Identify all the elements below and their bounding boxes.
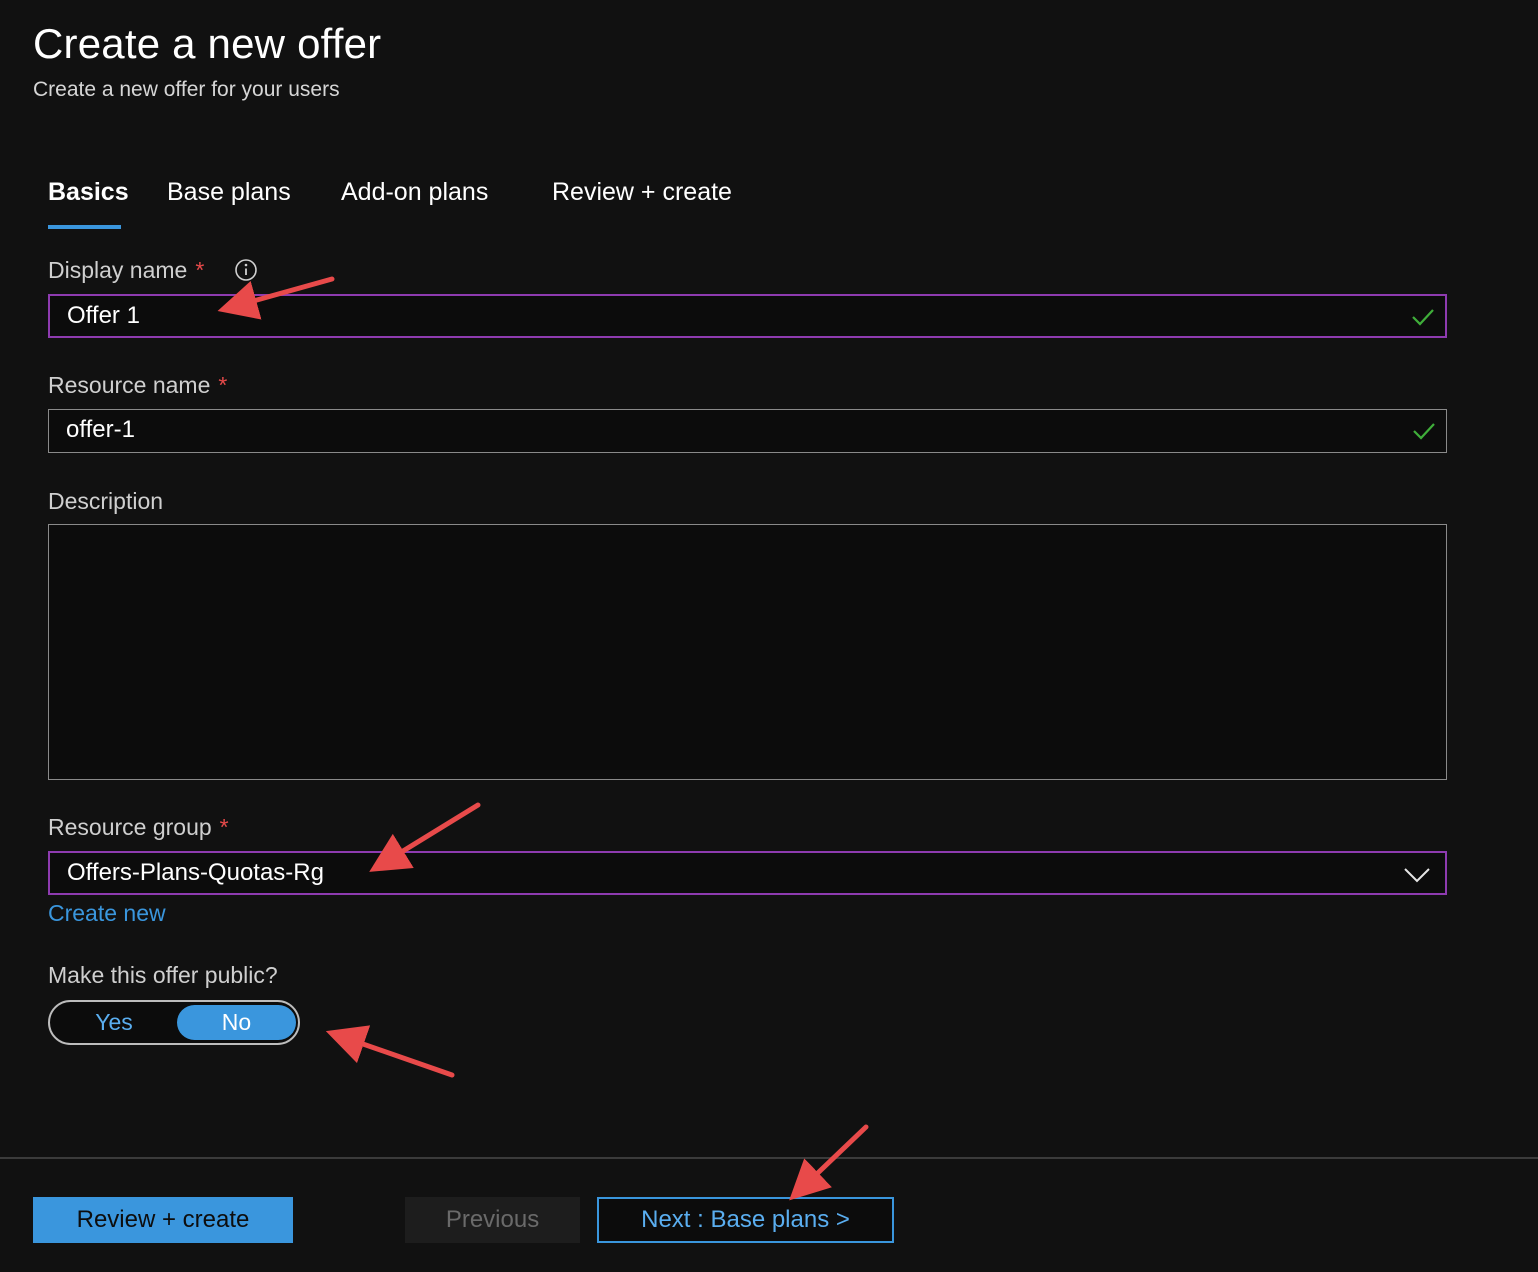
page-subtitle: Create a new offer for your users — [33, 78, 340, 101]
description-label: Description — [48, 488, 164, 514]
checkmark-icon — [1409, 304, 1437, 330]
required-star: * — [195, 257, 205, 283]
info-icon[interactable] — [234, 258, 258, 282]
page-title: Create a new offer — [33, 20, 382, 67]
display-name-value: Offer 1 — [67, 302, 140, 329]
description-textarea[interactable] — [48, 524, 1447, 780]
tab-base-plans[interactable]: Base plans — [167, 178, 291, 207]
make-public-toggle[interactable]: Yes No — [48, 1000, 300, 1045]
required-star: * — [218, 372, 228, 398]
active-tab-indicator — [48, 225, 121, 229]
required-star: * — [219, 814, 229, 840]
resource-name-label-text: Resource name — [48, 372, 211, 398]
checkmark-icon — [1410, 418, 1438, 444]
next-base-plans-button[interactable]: Next : Base plans > — [597, 1197, 894, 1243]
tab-review-create[interactable]: Review + create — [552, 178, 732, 207]
display-name-input[interactable]: Offer 1 — [48, 294, 1447, 338]
toggle-option-no[interactable]: No — [177, 1005, 296, 1040]
annotation-arrow-toggle — [325, 1025, 455, 1078]
resource-group-label: Resource group * — [48, 814, 229, 841]
chevron-down-icon[interactable] — [1403, 866, 1431, 884]
footer-divider — [0, 1157, 1538, 1159]
toggle-option-yes[interactable]: Yes — [54, 1005, 174, 1040]
resource-name-input[interactable]: offer-1 — [48, 409, 1447, 453]
resource-group-value: Offers-Plans-Quotas-Rg — [67, 859, 324, 886]
previous-button: Previous — [405, 1197, 580, 1243]
display-name-label: Display name * — [48, 257, 204, 284]
tab-basics[interactable]: Basics — [48, 178, 129, 207]
resource-group-label-text: Resource group — [48, 814, 212, 840]
make-public-label: Make this offer public? — [48, 962, 278, 988]
resource-group-dropdown[interactable]: Offers-Plans-Quotas-Rg — [48, 851, 1447, 895]
resource-name-label: Resource name * — [48, 372, 227, 399]
create-new-link[interactable]: Create new — [48, 900, 166, 927]
review-create-button[interactable]: Review + create — [33, 1197, 293, 1243]
display-name-label-text: Display name — [48, 257, 188, 283]
resource-name-value: offer-1 — [66, 416, 135, 443]
tab-add-on-plans[interactable]: Add-on plans — [341, 178, 488, 207]
